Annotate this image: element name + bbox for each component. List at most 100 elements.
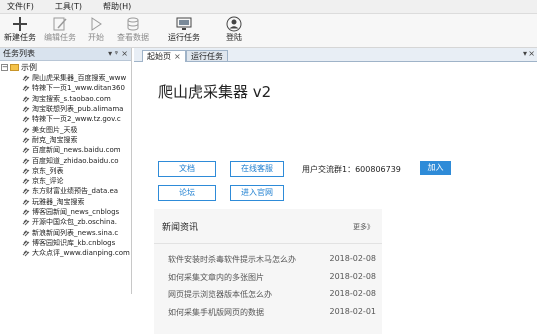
tree-task-item[interactable]: 大众点评_www.dianping.com (0, 248, 131, 258)
news-item-title[interactable]: 如何采集手机版网页的数据 (168, 307, 264, 318)
tree-task-item[interactable]: 淘宝搜索_s.taobao.com (0, 94, 131, 104)
tree-task-label: 百度知道_zhidao.baidu.co (32, 156, 119, 165)
run-task-button[interactable]: 运行任务 (164, 15, 204, 43)
tab-list-icon[interactable]: ▾ (523, 49, 527, 58)
play-icon (91, 17, 102, 31)
tree-task-label: 玩雅器_淘宝搜索 (32, 197, 85, 206)
tree-task-label: 东方财富业绩预告_data.ea (32, 187, 119, 196)
tree-task-item[interactable]: 东方财富业绩预告_data.ea (0, 186, 131, 196)
tree-task-item[interactable]: 玩雅器_淘宝搜索 (0, 197, 131, 207)
task-tree: − 示例 爬山虎采集器_百度搜索_www 特辣下一页1_www.ditan360 淘… (0, 61, 131, 258)
new-task-label: 新建任务 (4, 33, 36, 42)
tree-task-label: 美女图片_天极 (32, 125, 78, 134)
tree-task-label: 爬山虎采集器_百度搜索_www (32, 74, 127, 83)
task-link-icon (22, 116, 30, 123)
tree-task-item[interactable]: 特辣下一页2_www.tz.gov.c (0, 114, 131, 124)
task-link-icon (22, 188, 30, 195)
start-button[interactable]: 开始 (76, 15, 116, 43)
task-link-icon (22, 147, 30, 154)
tree-task-item[interactable]: 博客园知识库_kb.cnblogs (0, 238, 131, 248)
tree-task-label: 京东_列表 (32, 166, 64, 175)
news-divider (154, 243, 382, 244)
task-link-icon (22, 250, 30, 257)
tree-task-item[interactable]: 开源中国众包_zb.oschina. (0, 217, 131, 227)
tree-task-label: 京东_评论 (32, 177, 64, 186)
news-item[interactable]: 网页提示浏览器版本低怎么办 2018-02-08 (168, 289, 376, 301)
tab-start-page[interactable]: 起始页 × (142, 50, 186, 62)
tree-task-item[interactable]: 新浪新闻列表_news.sina.c (0, 227, 131, 237)
tree-task-item[interactable]: 特辣下一页1_www.ditan360 (0, 83, 131, 93)
tree-task-label: 博客园知识库_kb.cnblogs (32, 238, 116, 247)
tree-task-item[interactable]: 京东_列表 (0, 166, 131, 176)
tree-task-item[interactable]: 美女图片_天极 (0, 124, 131, 134)
news-item-date: 2018-02-08 (329, 271, 377, 281)
user-group-label: 用户交流群1：600806739 (302, 165, 401, 174)
tree-task-item[interactable]: 爬山虎采集器_百度搜索_www (0, 73, 131, 83)
tree-task-item[interactable]: 博客园新闻_news_cnblogs (0, 207, 131, 217)
news-header: 新闻资讯 (162, 223, 199, 233)
docs-button[interactable]: 文档 (158, 161, 216, 177)
news-item-title[interactable]: 网页提示浏览器版本低怎么办 (168, 289, 272, 300)
news-item-title[interactable]: 如何采集文章内的多张图片 (168, 272, 264, 283)
pin-icon[interactable]: ▾ ᵠ (108, 48, 118, 60)
tree-task-item[interactable]: 耐克_淘宝搜索 (0, 135, 131, 145)
task-link-icon (22, 209, 30, 216)
tab-run-task-label: 运行任务 (191, 52, 223, 61)
tree-root-examples[interactable]: − 示例 (0, 62, 131, 73)
edit-icon (53, 17, 67, 31)
new-task-button[interactable]: 新建任务 (0, 15, 40, 43)
tree-root-label: 示例 (21, 63, 37, 72)
tree-task-label: 耐克_淘宝搜索 (32, 135, 78, 144)
news-item[interactable]: 如何采集手机版网页的数据 2018-02-01 (168, 307, 376, 319)
tree-task-item[interactable]: 百度知道_zhidao.baidu.co (0, 155, 131, 165)
close-tab-icon[interactable]: × (528, 49, 535, 58)
user-icon (226, 16, 242, 32)
tree-task-label: 大众点评_www.dianping.com (32, 249, 130, 258)
news-item[interactable]: 如何采集文章内的多张图片 2018-02-08 (168, 272, 376, 284)
tree-task-label: 特辣下一页1_www.ditan360 (32, 84, 125, 93)
news-more-link[interactable]: 更多》 (353, 222, 374, 232)
collapse-icon[interactable]: − (1, 64, 8, 71)
tree-task-item[interactable]: 淘宝联想列表_pub.alimama (0, 104, 131, 114)
main-content: 起始页 × 运行任务 ▾ × 爬山虎采集器 v2 文档 在线客服 论坛 进入官网 … (134, 48, 537, 334)
tree-task-label: 淘宝联想列表_pub.alimama (32, 105, 124, 114)
news-item-date: 2018-02-01 (329, 306, 377, 316)
menu-help[interactable]: 帮助(H) (103, 0, 131, 13)
view-data-label: 查看数据 (117, 33, 149, 42)
tab-strip: 起始页 × 运行任务 ▾ × (134, 48, 537, 62)
tree-task-label: 百度新闻_news.baidu.com (32, 146, 121, 155)
toolbar: 新建任务 编辑任务 开始 查看数据 运行任务 登陆 (0, 14, 537, 48)
start-label: 开始 (88, 33, 104, 42)
task-link-icon (22, 219, 30, 226)
join-group-button[interactable]: 加入 (420, 161, 451, 175)
news-item-title[interactable]: 软件安装时杀毒软件提示木马怎么办 (168, 254, 296, 265)
task-link-icon (22, 85, 30, 92)
close-panel-icon[interactable]: × (121, 48, 128, 60)
login-button[interactable]: 登陆 (214, 15, 254, 43)
monitor-icon (176, 17, 192, 30)
task-link-icon (22, 178, 30, 185)
news-panel: 新闻资讯 更多》 软件安装时杀毒软件提示木马怎么办 2018-02-08 如何采集文… (154, 209, 382, 334)
task-link-icon (22, 126, 30, 133)
tree-task-label: 特辣下一页2_www.tz.gov.c (32, 115, 121, 124)
tree-task-item[interactable]: 京东_评论 (0, 176, 131, 186)
menu-tools[interactable]: 工具(T) (55, 0, 82, 13)
news-item[interactable]: 软件安装时杀毒软件提示木马怎么办 2018-02-08 (168, 254, 376, 266)
menu-file[interactable]: 文件(F) (7, 0, 34, 13)
menu-bar: 文件(F) 工具(T) 帮助(H) (0, 0, 537, 14)
tree-task-label: 淘宝搜索_s.taobao.com (32, 94, 111, 103)
forum-button[interactable]: 论坛 (158, 185, 216, 201)
official-site-button[interactable]: 进入官网 (230, 185, 284, 201)
task-link-icon (22, 229, 30, 236)
tree-task-item[interactable]: 百度新闻_news.baidu.com (0, 145, 131, 155)
task-link-icon (22, 106, 30, 113)
tab-start-page-label: 起始页 (147, 52, 171, 61)
task-list-title: 任务列表 (3, 49, 35, 58)
tab-close-icon[interactable]: × (174, 52, 181, 61)
database-icon (127, 17, 139, 31)
tab-run-task[interactable]: 运行任务 (186, 50, 228, 61)
tree-task-label: 新浪新闻列表_news.sina.c (32, 228, 119, 237)
edit-task-button[interactable]: 编辑任务 (40, 15, 80, 43)
view-data-button[interactable]: 查看数据 (113, 15, 153, 43)
online-support-button[interactable]: 在线客服 (230, 161, 284, 177)
